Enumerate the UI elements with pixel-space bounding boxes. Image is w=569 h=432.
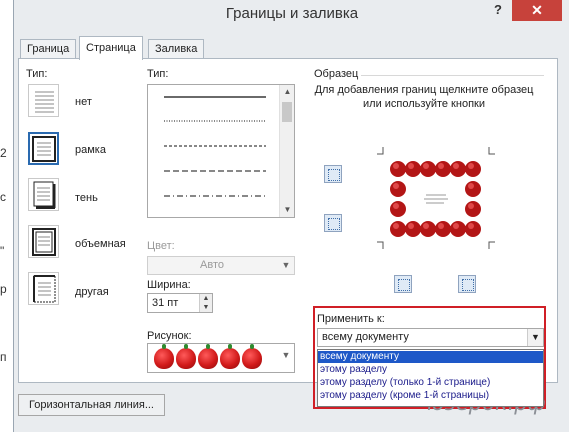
color-value: Авто xyxy=(200,259,224,271)
background-text: с xyxy=(0,190,6,204)
type-option-shadow[interactable] xyxy=(28,178,59,211)
scroll-up-icon[interactable]: ▲ xyxy=(282,87,293,97)
type-none-label: нет xyxy=(75,96,92,108)
art-label: Рисунок: xyxy=(147,330,192,342)
background-text: р xyxy=(0,282,7,296)
apple-art-icon xyxy=(242,344,262,369)
type-shadow-label: тень xyxy=(75,192,98,204)
tab-border[interactable]: Граница xyxy=(20,39,77,59)
page-box-icon xyxy=(28,132,59,165)
style-label: Тип: xyxy=(147,68,169,80)
page-shadow-icon xyxy=(28,178,59,211)
color-select[interactable]: Авто ▼ xyxy=(147,256,295,275)
apply-option-whole-document[interactable]: всему документу xyxy=(318,351,543,363)
color-label: Цвет: xyxy=(147,240,175,252)
tab-page-border[interactable]: Страница xyxy=(79,36,143,60)
line-style-list[interactable]: ▲ ▼ xyxy=(147,84,295,218)
preview-hint: Для добавления границ щелкните образец и… xyxy=(314,84,534,110)
scrollbar-thumb[interactable] xyxy=(282,102,292,122)
apple-art-icon xyxy=(154,344,174,369)
top-border-button[interactable] xyxy=(324,165,342,183)
apply-option-this-section[interactable]: этому разделу xyxy=(318,364,543,376)
type-box-label: рамка xyxy=(75,144,106,156)
type-3d-label: объемная xyxy=(75,238,126,250)
help-button[interactable]: ? xyxy=(490,2,506,20)
type-option-box[interactable] xyxy=(28,132,59,165)
borders-dialog: Границы и заливка ? ✕ Граница Страница З… xyxy=(13,0,569,432)
apply-to-dropdown-list: всему документу этому разделу этому разд… xyxy=(317,349,544,407)
type-option-custom[interactable] xyxy=(28,272,59,305)
background-text: " xyxy=(0,244,5,258)
spin-down-icon[interactable]: ▼ xyxy=(199,303,212,312)
apple-art-icon xyxy=(176,344,196,369)
line-style-scrollbar[interactable]: ▲ ▼ xyxy=(279,85,294,217)
width-spinner[interactable]: 31 пт ▲ ▼ xyxy=(147,293,213,313)
background-text: 2 xyxy=(0,146,7,160)
left-border-button[interactable] xyxy=(394,275,412,293)
scroll-down-icon[interactable]: ▼ xyxy=(282,205,293,215)
page-none-icon xyxy=(28,84,59,117)
page-3d-icon xyxy=(28,225,59,258)
bottom-border-button[interactable] xyxy=(324,214,342,232)
type-label: Тип: xyxy=(26,68,48,80)
right-border-button[interactable] xyxy=(458,275,476,293)
width-value: 31 пт xyxy=(152,297,179,309)
spin-up-icon[interactable]: ▲ xyxy=(199,294,212,303)
tab-shading[interactable]: Заливка xyxy=(148,39,205,59)
apply-option-first-page[interactable]: этому разделу (только 1-й странице) xyxy=(318,377,543,389)
chevron-down-icon: ▼ xyxy=(281,350,291,360)
page-custom-icon xyxy=(28,272,59,305)
horizontal-line-button[interactable]: Горизонтальная линия... xyxy=(18,394,165,416)
line-style-samples xyxy=(164,96,266,197)
art-select[interactable]: ▼ xyxy=(147,343,295,373)
apply-option-except-first[interactable]: этому разделу (кроме 1-й страницы) xyxy=(318,390,543,402)
type-custom-label: другая xyxy=(75,286,109,298)
background-text: п xyxy=(0,350,7,364)
dialog-title: Границы и заливка xyxy=(225,5,359,22)
apply-to-value: всему документу xyxy=(322,331,409,343)
chevron-down-icon[interactable]: ▼ xyxy=(527,329,543,346)
background-document: 2 с " р п xyxy=(0,0,13,432)
apple-art-icon xyxy=(220,344,240,369)
preview-divider xyxy=(361,75,544,76)
type-option-none[interactable] xyxy=(28,84,59,117)
apply-to-select[interactable]: всему документу ▼ xyxy=(317,328,544,347)
type-option-3d[interactable] xyxy=(28,225,59,258)
title-bar: Границы и заливка ? ✕ xyxy=(14,0,569,30)
close-button[interactable]: ✕ xyxy=(512,0,562,21)
page-corner-marks xyxy=(377,147,495,249)
width-label: Ширина: xyxy=(147,279,191,291)
chevron-down-icon: ▼ xyxy=(281,260,291,270)
apple-art-icon xyxy=(198,344,218,369)
apply-to-label: Применить к: xyxy=(317,313,385,325)
preview-label: Образец xyxy=(314,68,359,80)
